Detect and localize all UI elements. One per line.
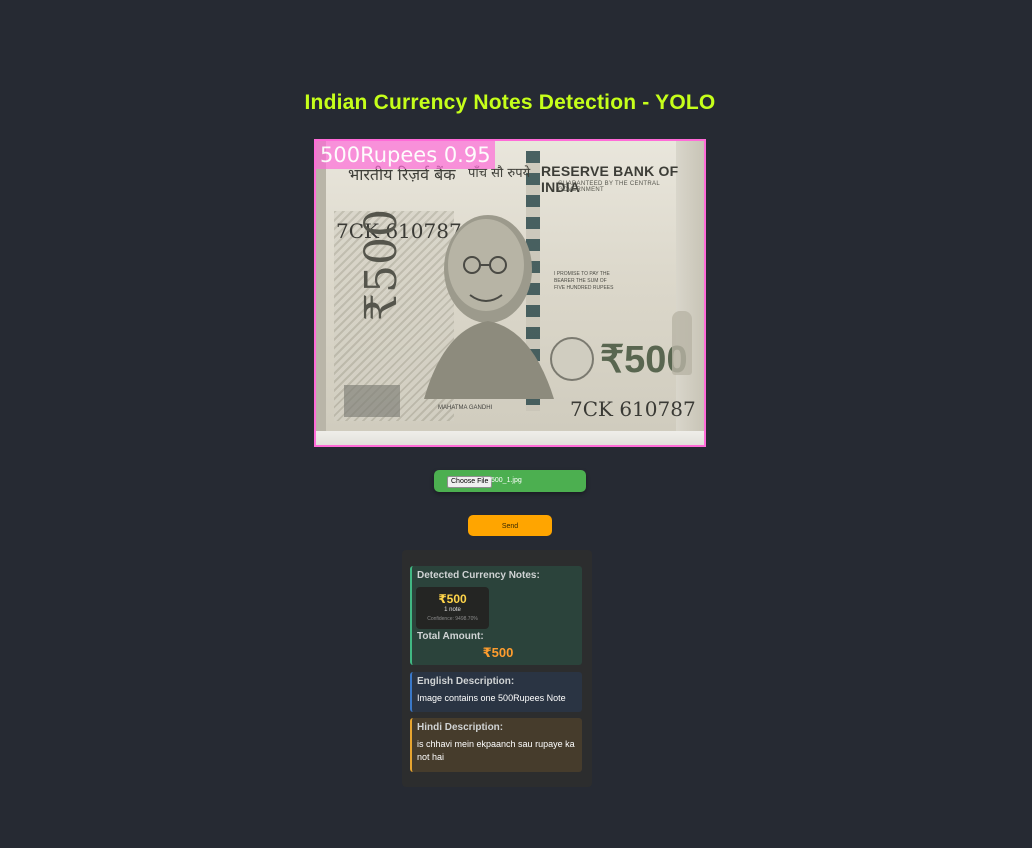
detected-notes-section: Detected Currency Notes: ₹500 1 note Con… xyxy=(410,566,582,665)
detection-label: 500Rupees 0.95 xyxy=(316,141,495,169)
note-denomination-vertical: ₹500 xyxy=(356,209,407,321)
results-panel: Detected Currency Notes: ₹500 1 note Con… xyxy=(402,550,592,787)
note-identification-mark xyxy=(344,385,400,417)
note-card: ₹500 1 note Confidence: 9498.70% xyxy=(416,587,489,629)
total-amount-label: Total Amount: xyxy=(417,631,484,642)
selected-file-name: 500_1.jpg xyxy=(491,477,522,484)
english-description-section: English Description: Image contains one … xyxy=(410,672,582,712)
note-portrait-caption: MAHATMA GANDHI xyxy=(438,405,493,411)
hindi-description-text: is chhavi mein ekpaanch sau rupaye ka no… xyxy=(417,739,575,762)
page: Indian Currency Notes Detection - YOLO भ… xyxy=(0,0,1032,848)
note-card-count: 1 note xyxy=(444,607,461,613)
send-button[interactable]: Send xyxy=(468,515,552,536)
note-left-stripe xyxy=(316,141,326,445)
note-ashoka-emblem xyxy=(672,311,692,375)
detected-notes-heading: Detected Currency Notes: xyxy=(417,570,540,581)
choose-file-button[interactable]: Choose File xyxy=(447,476,493,488)
page-title: Indian Currency Notes Detection - YOLO xyxy=(304,91,716,114)
total-amount-value: ₹500 xyxy=(482,645,514,660)
detection-result-image: भारतीय रिज़र्व बैंक पाँच सौ रुपये RESERV… xyxy=(314,139,706,447)
note-serial-number-bottom: 7CK 610787 xyxy=(570,397,696,421)
file-upload-bar[interactable]: Choose File 500_1.jpg xyxy=(434,470,586,492)
hindi-description-heading: Hindi Description: xyxy=(417,722,504,733)
note-card-amount: ₹500 xyxy=(438,592,467,606)
note-guarantee-text: GUARANTEED BY THE CENTRAL GOVERNMENT xyxy=(558,181,660,193)
hindi-description-section: Hindi Description: is chhavi mein ekpaan… xyxy=(410,718,582,772)
note-card-confidence: Confidence: 9498.70% xyxy=(427,616,478,622)
note-portrait xyxy=(424,215,554,399)
note-bottom-margin xyxy=(316,431,704,445)
note-promise-clause: I PROMISE TO PAY THE BEARER THE SUM OF F… xyxy=(554,271,614,291)
english-description-heading: English Description: xyxy=(417,676,515,687)
english-description-text: Image contains one 500Rupees Note xyxy=(417,693,566,703)
